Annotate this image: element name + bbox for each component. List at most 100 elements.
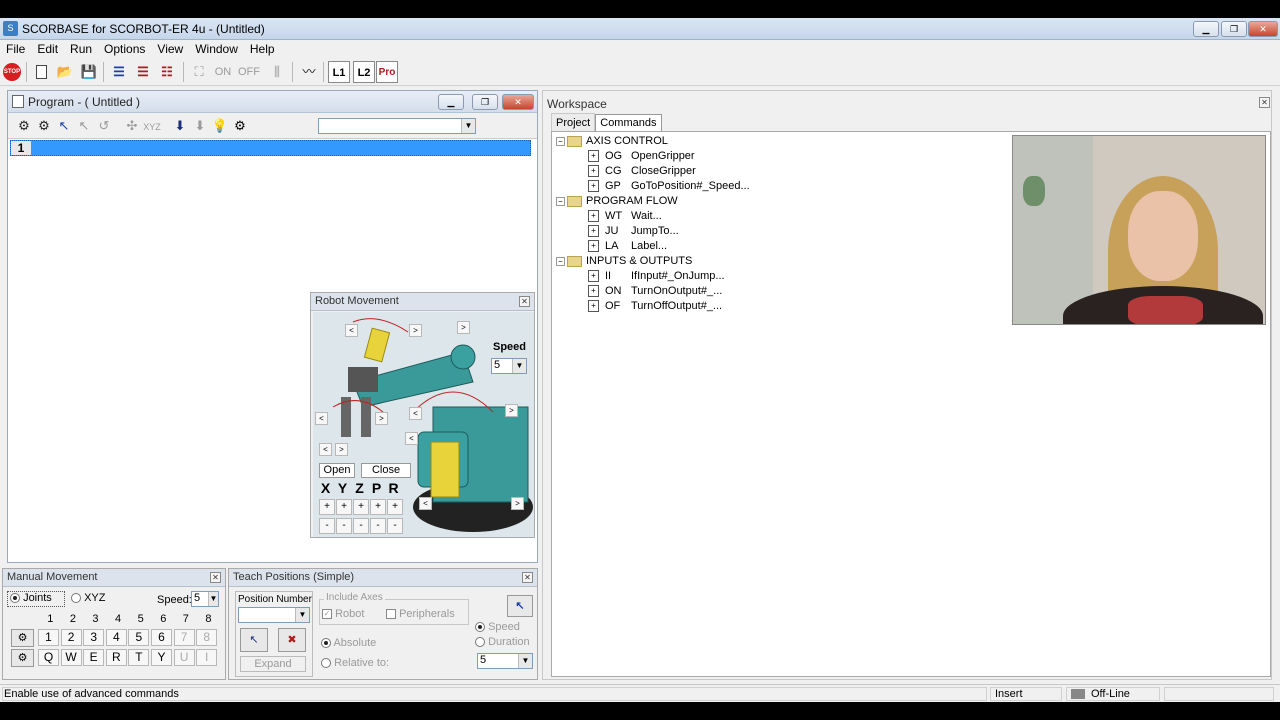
- tree-group[interactable]: − AXIS CONTROL: [556, 135, 668, 147]
- menu-run[interactable]: Run: [64, 40, 98, 56]
- menu-file[interactable]: File: [0, 40, 31, 56]
- joint-minus-key[interactable]: T: [128, 649, 150, 666]
- tab-commands[interactable]: Commands: [595, 114, 662, 131]
- tree-group[interactable]: − PROGRAM FLOW: [556, 195, 678, 207]
- joint-left-button[interactable]: <: [345, 324, 358, 337]
- p-minus-button[interactable]: -: [370, 518, 386, 534]
- insert-command-icon[interactable]: ⬇: [170, 116, 190, 136]
- renumber-button[interactable]: ☷: [156, 61, 178, 83]
- tree-command-item[interactable]: + LA Label...: [588, 240, 667, 253]
- run-cycle-button[interactable]: ⫼: [266, 61, 288, 83]
- joint-right-button[interactable]: >: [409, 324, 422, 337]
- robot-checkbox[interactable]: ✓ Robot: [322, 608, 364, 620]
- gripper-open-key[interactable]: ⚙: [11, 629, 34, 647]
- joint-minus-key[interactable]: I: [196, 649, 218, 666]
- teach-positions-close-icon[interactable]: ✕: [522, 572, 533, 583]
- menu-options[interactable]: Options: [98, 40, 151, 56]
- duration-radio[interactable]: Duration: [475, 636, 530, 648]
- joint-plus-key[interactable]: 5: [128, 629, 150, 646]
- joint-plus-key[interactable]: 1: [38, 629, 59, 646]
- relative-radio[interactable]: Relative to:: [321, 657, 389, 669]
- delete-line-button[interactable]: ☰: [132, 61, 154, 83]
- wrist-right-button[interactable]: >: [375, 412, 388, 425]
- z-minus-button[interactable]: -: [353, 518, 369, 534]
- base-rotate-left-button[interactable]: <: [419, 497, 432, 510]
- workspace-close-icon[interactable]: ✕: [1259, 97, 1270, 108]
- joints-radio[interactable]: Joints: [7, 591, 65, 607]
- collapse-icon[interactable]: −: [556, 196, 565, 206]
- tree-command-item[interactable]: + JU JumpTo...: [588, 225, 679, 238]
- manual-movement-close-icon[interactable]: ✕: [210, 572, 221, 583]
- joint-plus-key[interactable]: 3: [83, 629, 105, 646]
- joint-icon[interactable]: ✣: [122, 116, 142, 136]
- joint-minus-key[interactable]: Y: [150, 649, 172, 666]
- xyz-radio[interactable]: XYZ: [71, 592, 105, 604]
- level-2-button[interactable]: L2: [353, 61, 375, 83]
- program-close-button[interactable]: ✕: [502, 94, 534, 110]
- joint-plus-key[interactable]: 8: [196, 629, 218, 646]
- gripper-open-button[interactable]: Open: [319, 463, 355, 478]
- y-minus-button[interactable]: -: [336, 518, 352, 534]
- insert-disabled-icon[interactable]: ⬇: [190, 116, 210, 136]
- joint-minus-key[interactable]: Q: [38, 649, 59, 666]
- roll-right-button[interactable]: >: [335, 443, 348, 456]
- stop-button[interactable]: STOP: [1, 61, 23, 83]
- joint-minus-key[interactable]: E: [83, 649, 105, 666]
- joint-minus-key[interactable]: W: [60, 649, 82, 666]
- joint-minus-key[interactable]: U: [173, 649, 195, 666]
- pro-level-button[interactable]: Pro: [376, 61, 398, 83]
- gripper-close-key[interactable]: ⚙: [11, 649, 34, 667]
- base-left-button[interactable]: <: [405, 432, 418, 445]
- tab-project[interactable]: Project: [551, 113, 596, 132]
- position-number-select[interactable]: ▼: [238, 607, 310, 623]
- control-off-button[interactable]: OFF: [237, 61, 261, 83]
- z-plus-button[interactable]: +: [353, 499, 369, 515]
- menu-view[interactable]: View: [151, 40, 189, 56]
- graph-button[interactable]: 〰: [298, 61, 320, 83]
- tree-group[interactable]: − INPUTS & OUTPUTS: [556, 255, 692, 267]
- r-minus-button[interactable]: -: [387, 518, 403, 534]
- program-minimize-button[interactable]: ▁: [438, 94, 464, 110]
- shoulder-right-button[interactable]: >: [457, 321, 470, 334]
- settings-icon[interactable]: ⚙: [230, 116, 250, 136]
- gripper-close-icon[interactable]: ⚙: [34, 116, 54, 136]
- tree-command-item[interactable]: + GP GoToPosition#_Speed...: [588, 180, 750, 193]
- elbow-left-button[interactable]: <: [409, 407, 422, 420]
- level-1-button[interactable]: L1: [328, 61, 350, 83]
- record-position-button[interactable]: ↖: [240, 628, 268, 652]
- undo-icon[interactable]: ↺: [94, 116, 114, 136]
- program-restore-button[interactable]: ❐: [472, 94, 498, 110]
- base-rotate-right-button[interactable]: >: [511, 497, 524, 510]
- collapse-icon[interactable]: −: [556, 136, 565, 146]
- robot-speed-select[interactable]: 5 ▼: [491, 358, 527, 374]
- teach-speed-select[interactable]: 5 ▼: [477, 653, 533, 669]
- lightbulb-icon[interactable]: 💡: [210, 116, 230, 136]
- goto-position-icon[interactable]: ↖: [54, 116, 74, 136]
- save-button[interactable]: 💾: [78, 61, 100, 83]
- tree-command-item[interactable]: + OG OpenGripper: [588, 150, 695, 163]
- absolute-radio[interactable]: Absolute: [321, 637, 376, 649]
- menu-edit[interactable]: Edit: [31, 40, 64, 56]
- new-file-button[interactable]: [30, 61, 52, 83]
- maximize-button[interactable]: ❐: [1221, 21, 1247, 37]
- tree-command-item[interactable]: + ON TurnOnOutput#_...: [588, 285, 722, 298]
- close-button[interactable]: ✕: [1248, 21, 1278, 37]
- gripper-close-button[interactable]: Close: [361, 463, 411, 478]
- x-plus-button[interactable]: +: [319, 499, 335, 515]
- wrist-left-button[interactable]: <: [315, 412, 328, 425]
- x-minus-button[interactable]: -: [319, 518, 335, 534]
- joint-plus-key[interactable]: 7: [173, 629, 195, 646]
- joint-plus-key[interactable]: 2: [60, 629, 82, 646]
- menu-help[interactable]: Help: [244, 40, 281, 56]
- speed-radio[interactable]: Speed: [475, 621, 520, 633]
- collapse-icon[interactable]: −: [556, 256, 565, 266]
- r-plus-button[interactable]: +: [387, 499, 403, 515]
- open-file-button[interactable]: 📂: [54, 61, 76, 83]
- goto-position-button[interactable]: ↖: [507, 595, 533, 617]
- y-plus-button[interactable]: +: [336, 499, 352, 515]
- p-plus-button[interactable]: +: [370, 499, 386, 515]
- manual-speed-select[interactable]: 5 ▼: [191, 591, 219, 607]
- home-button[interactable]: ⛶: [188, 61, 210, 83]
- tree-command-item[interactable]: + OF TurnOffOutput#_...: [588, 300, 722, 313]
- tree-command-item[interactable]: + II IfInput#_OnJump...: [588, 270, 725, 283]
